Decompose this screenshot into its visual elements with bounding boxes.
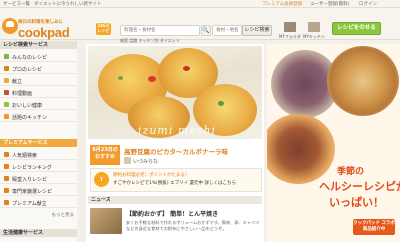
video-icon [4,90,9,95]
daily-pick-badge: 8月23日の おすすめ [90,145,120,165]
menu-icon [4,200,9,205]
tomato-icon [183,66,190,71]
menu-icon [4,78,9,83]
section-premium: プレミアムサービス [0,139,77,147]
sidebar-item-popularity-search[interactable]: 人気順検索 [0,149,77,160]
sidebar-item-label: レシピランキング [12,164,52,171]
main-content: izumi meshi 8月23日の おすすめ 高野豆腐のピカタ～カルボナーラ味… [86,44,264,242]
recipe-count-badge: 246万レシピ [96,23,111,35]
premium-register-link[interactable]: プレミアム会員登録 [262,1,302,7]
sidebar-item-label: 殿堂入りレシピ [12,176,48,183]
left-sidebar: レシピ検索サービス みんなのレシピ プロのレシピ 献立 料理動画 おいしい健康 … [0,41,77,242]
folder-icon[interactable] [284,22,296,32]
news-thumbnail[interactable] [90,208,122,234]
more-link[interactable]: もっと見る [52,212,75,218]
sidebar-item-label: 料理動画 [12,90,33,97]
news-heading: ニュース [88,196,262,204]
health-icon [4,102,9,107]
ad-headline-3: いっぱい！ [329,196,384,209]
user-register-link[interactable]: ユーザー登録(無料) [310,1,349,7]
sidebar-item-ranking[interactable]: レシピランキング [0,161,77,172]
mykitchen-label[interactable]: MYキッチン [303,34,325,40]
ranking-icon [4,164,9,169]
keyword-search-input[interactable] [121,26,199,35]
section-recipe-search: レシピ検索サービス [0,41,77,49]
sidebar-item-label: 話題のキッチン [12,114,48,121]
sidebar-item-label: おいしい健康 [12,102,43,109]
sidebar-item-cooking-video[interactable]: 料理動画 [0,87,77,98]
herb-icon [118,76,123,80]
ingredient-search-input[interactable] [213,26,241,35]
chef-logo-icon[interactable] [2,18,18,34]
section-life-health: 生活健康サービス [0,229,77,237]
utility-bar: サービス一覧 ダイエットに今うれしい新サイト プレミアム会員登録 ユーザー登録(… [0,0,400,8]
fried-dish-icon [327,46,399,116]
diet-site-link[interactable]: ダイエットに今うれしい新サイト [34,1,101,7]
leaf-icon [4,54,9,59]
herb-icon [218,101,224,106]
pro-icon [4,66,9,71]
sidebar-item-expert-recipes[interactable]: 専門家厳選レシピ [0,185,77,196]
sidebar-item-hot-kitchen[interactable]: 話題のキッチン [0,111,77,122]
sidebar-item-label: 献立 [12,78,23,85]
sidebar-item-label: 専門家厳選レシピ [12,188,53,195]
promo-headline: 節約お料理必見！ポイントがたまる！ [113,173,190,178]
sidebar-item-premium-menu[interactable]: プレミアム献立 [0,197,77,208]
sidebar-item-everyone-recipes[interactable]: みんなのレシピ [0,51,77,62]
sidebar-item-healthy[interactable]: おいしい健康 [0,99,77,110]
promo-detail: すごやかレシピで1%(税抜) エブリイ 還元中 詳しくはこちら [113,181,236,186]
stew-dish-icon [267,114,335,184]
sidebar-item-label: プレミアム献立 [12,200,47,207]
sidebar-item-label: プロのレシピ [12,66,43,73]
sidebar-more-row: もっと見る [0,209,77,220]
expert-icon [4,188,9,193]
news-title[interactable]: 【節約おかず】 簡単！とん平焼き [126,209,218,218]
ad-headline-2: ヘルシーレシピが [319,180,400,193]
kitchen-icon[interactable] [308,22,320,32]
ad-headline-1: 季節の [337,167,365,177]
sidebar-item-pro-recipes[interactable]: プロのレシピ [0,63,77,74]
avatar [124,157,131,164]
author-name: いづみらな [133,158,159,165]
tomato-icon [148,76,156,82]
sidebar-item-menu[interactable]: 献立 [0,75,77,86]
news-body: 安くお手軽な材料で作れるボリュームおかずです。豚肉、卵、キャベツなどの身近な食材… [126,220,260,231]
service-list-link[interactable]: サービス一覧 [3,1,30,7]
myfolder-label[interactable]: MYフォルダ [279,34,301,40]
post-recipe-button[interactable]: レシピをのせる [332,22,381,35]
sidebar-item-label: 人気順検索 [12,152,38,159]
point-card-icon: T [94,172,109,187]
sidebar-item-hall-of-fame[interactable]: 殿堂入りレシピ [0,173,77,184]
keyword-search-box [120,25,200,36]
pick-label: おすすめ [94,154,115,160]
photo-watermark: izumi meshi [138,124,217,137]
featured-recipe-image[interactable]: izumi meshi [88,46,262,139]
cookpad-logo[interactable]: cookpad [18,25,70,40]
featured-recipe-title[interactable]: 高野豆腐のピカタ～カルボナーラ味 [124,146,228,156]
sidebar-item-label: みんなのレシピ [12,54,48,61]
healthy-recipe-ad[interactable]: 季節の ヘルシーレシピが いっぱい！ クックパッド コラボ商品紹介中 [267,44,400,242]
date-label: 8月23日の [92,147,118,153]
search-icon[interactable]: 🔍 [201,25,211,36]
point-promo-banner[interactable]: T 節約お料理必見！ポイントがたまる！ すごやかレシピで1%(税抜) エブリイ … [90,168,262,192]
recipe-search-button[interactable]: レシピ検索 [242,25,272,36]
trophy-icon [4,176,9,181]
ad-cta-button[interactable]: クックパッド コラボ商品紹介中 [353,219,395,235]
ingredient-search-box [212,25,242,36]
crown-icon [4,152,9,157]
login-link[interactable]: ログイン [359,1,377,7]
kitchen-icon [4,114,9,119]
site-header: 毎日の料理を楽しみに cookpad 246万レシピ 🔍 レシピ検索 検索 話題… [0,8,400,43]
